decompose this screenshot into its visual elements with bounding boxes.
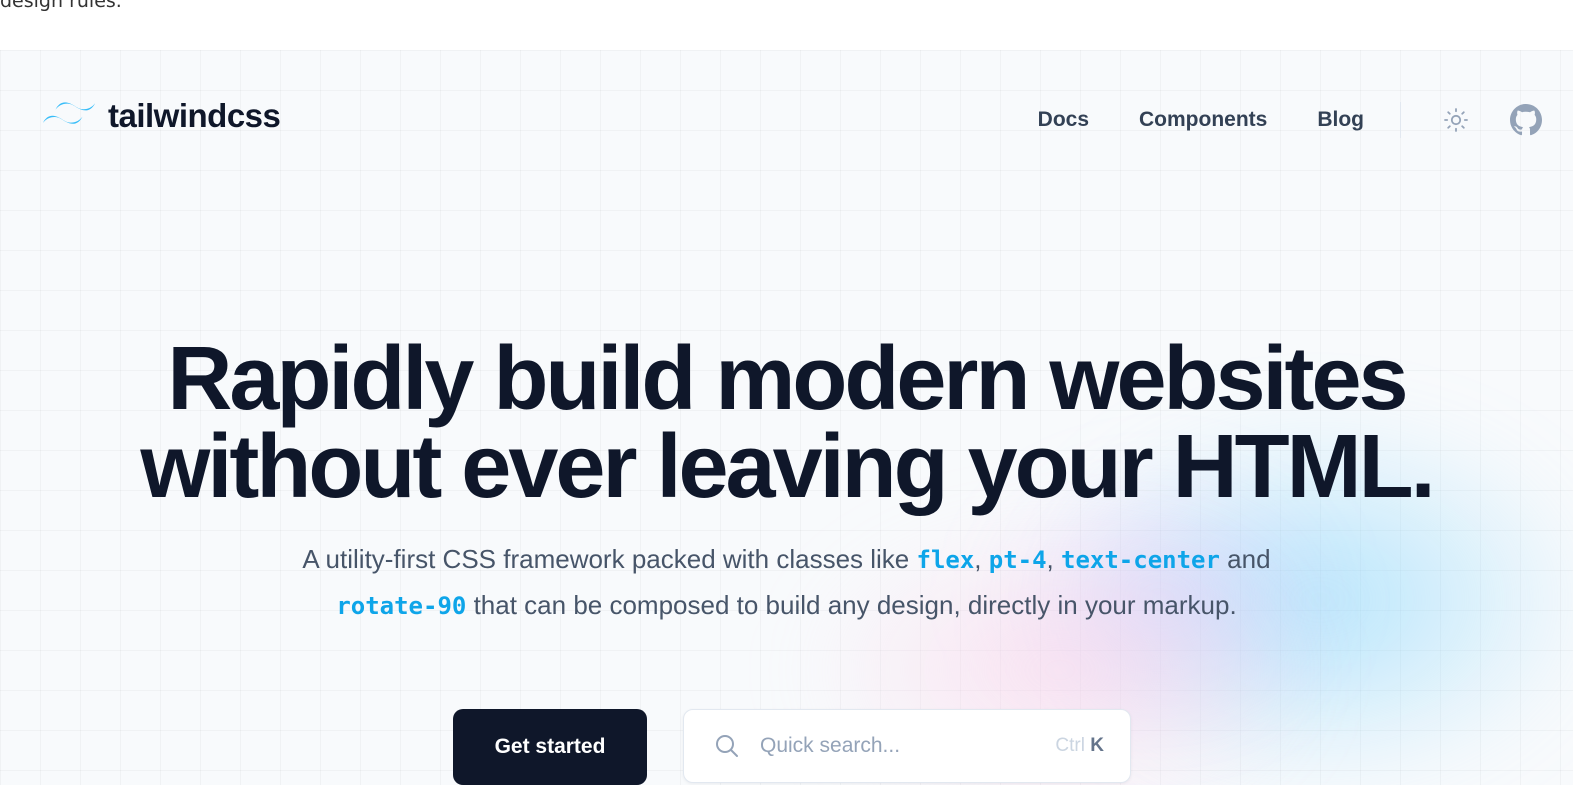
- shortcut-key: K: [1090, 735, 1104, 756]
- search-icon: [714, 733, 740, 759]
- nav-link-docs[interactable]: Docs: [1038, 108, 1089, 132]
- sun-icon: [1444, 108, 1468, 132]
- cta-row: Get started Quick search... Ctrl K: [453, 709, 1131, 785]
- keyboard-shortcut: Ctrl K: [1055, 735, 1104, 757]
- hero-headline: Rapidly build modern websites without ev…: [0, 334, 1573, 512]
- tailwind-logo-icon: [42, 100, 96, 132]
- primary-nav: Docs Components Blog: [1038, 100, 1573, 140]
- search-placeholder: Quick search...: [760, 734, 901, 757]
- quick-search-button[interactable]: Quick search... Ctrl K: [683, 709, 1131, 783]
- logo-link[interactable]: tailwindcss: [42, 97, 281, 135]
- theme-toggle-button[interactable]: [1439, 103, 1473, 137]
- subtitle-text-2: and: [1219, 544, 1271, 574]
- subtitle-text-3: that can be composed to build any design…: [466, 590, 1237, 620]
- logo-wordmark: tailwindcss: [108, 97, 281, 134]
- nav-divider: [1400, 102, 1401, 138]
- shortcut-modifier: Ctrl: [1055, 735, 1085, 756]
- cropped-text-fragment: design rules.: [0, 0, 122, 12]
- subtitle-text-1: A utility-first CSS framework packed wit…: [302, 544, 917, 574]
- code-flex: flex: [916, 546, 975, 574]
- tailwind-landing-page: tailwindcss Docs Components Blog Rapidly…: [0, 50, 1573, 785]
- hero-headline-line-2: without ever leaving your HTML.: [140, 417, 1435, 517]
- github-icon: [1510, 104, 1542, 136]
- code-pt-4: pt-4: [988, 546, 1047, 574]
- code-text-center: text-center: [1061, 546, 1220, 574]
- subtitle-separator-1: ,: [974, 544, 989, 574]
- nav-link-components[interactable]: Components: [1139, 108, 1267, 132]
- code-rotate-90: rotate-90: [336, 592, 467, 620]
- navbar: tailwindcss Docs Components Blog: [0, 50, 1573, 185]
- hero-subtitle: A utility-first CSS framework packed wit…: [187, 537, 1387, 629]
- hero-headline-line-1: Rapidly build modern websites: [167, 329, 1408, 429]
- subtitle-separator-2: ,: [1046, 544, 1061, 574]
- nav-link-blog[interactable]: Blog: [1317, 108, 1364, 132]
- hero-section: Rapidly build modern websites without ev…: [0, 334, 1573, 629]
- get-started-button[interactable]: Get started: [453, 709, 647, 785]
- github-link[interactable]: [1509, 103, 1543, 137]
